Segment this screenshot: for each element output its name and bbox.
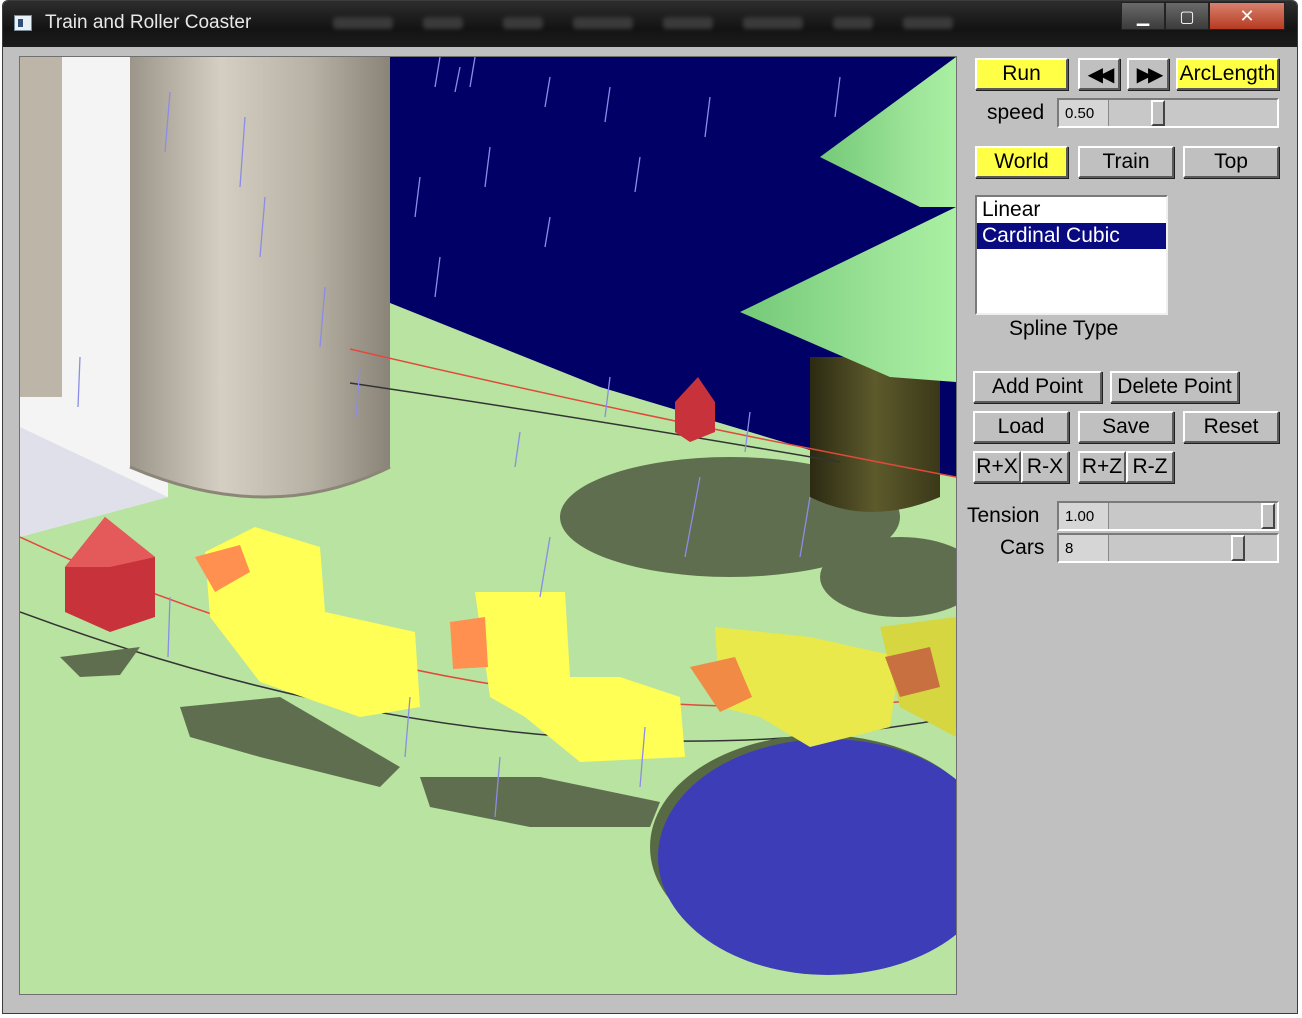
app-icon <box>14 15 32 31</box>
blurred-title-text <box>743 17 803 29</box>
minimize-button[interactable]: ▁ <box>1121 2 1165 30</box>
rotate-plus-x-button[interactable]: R+X <box>973 451 1021 483</box>
blurred-title-text <box>423 17 463 29</box>
rotate-minus-x-label: R-X <box>1026 455 1064 478</box>
blurred-title-text <box>663 17 713 29</box>
cars-label: Cars <box>1000 536 1045 559</box>
maximize-icon: ▢ <box>1179 6 1195 26</box>
cars-value: 8 <box>1059 535 1109 561</box>
save-button[interactable]: Save <box>1078 411 1174 443</box>
view-top-button[interactable]: Top <box>1183 146 1279 178</box>
view-world-label: World <box>994 150 1049 173</box>
tension-label: Tension <box>967 504 1040 527</box>
cars-slider[interactable]: 8 <box>1057 533 1279 563</box>
add-point-button[interactable]: Add Point <box>973 371 1102 403</box>
rotate-plus-x-label: R+X <box>976 455 1018 478</box>
stone-cylinder <box>130 57 390 497</box>
cars-slider-thumb[interactable] <box>1231 535 1245 561</box>
close-button[interactable]: ✕ <box>1209 2 1285 30</box>
delete-point-button[interactable]: Delete Point <box>1110 371 1239 403</box>
tension-slider-thumb[interactable] <box>1261 503 1275 529</box>
rotate-minus-z-button[interactable]: R-Z <box>1126 451 1174 483</box>
fast-forward-icon: ▶▶ <box>1136 63 1164 86</box>
view-top-label: Top <box>1214 150 1248 173</box>
spline-type-list[interactable]: Linear Cardinal Cubic <box>975 195 1168 315</box>
spline-type-caption: Spline Type <box>1009 317 1119 340</box>
rotate-plus-z-button[interactable]: R+Z <box>1078 451 1126 483</box>
left-pillar <box>20 57 62 397</box>
run-button[interactable]: Run <box>975 58 1068 90</box>
view-train-label: Train <box>1102 150 1150 173</box>
window-title: Train and Roller Coaster <box>45 12 252 33</box>
reset-label: Reset <box>1203 415 1259 438</box>
speed-label: speed <box>987 101 1045 124</box>
speed-slider-thumb[interactable] <box>1151 100 1165 126</box>
view-world-button[interactable]: World <box>975 146 1068 178</box>
maximize-button[interactable]: ▢ <box>1165 2 1209 30</box>
arclength-label: ArcLength <box>1179 62 1276 85</box>
close-icon: ✕ <box>1239 5 1255 27</box>
blurred-title-text <box>503 17 543 29</box>
minimize-icon: ▁ <box>1136 6 1150 26</box>
tension-value: 1.00 <box>1059 503 1109 529</box>
rotate-plus-z-label: R+Z <box>1081 455 1123 478</box>
tension-slider[interactable]: 1.00 <box>1057 501 1279 531</box>
rewind-icon: ◀◀ <box>1087 63 1115 86</box>
view-train-button[interactable]: Train <box>1078 146 1174 178</box>
spline-option-cardinal-cubic[interactable]: Cardinal Cubic <box>977 223 1166 249</box>
spline-option-linear[interactable]: Linear <box>977 197 1166 223</box>
tree-trunk <box>810 357 940 512</box>
load-label: Load <box>997 415 1045 438</box>
reset-button[interactable]: Reset <box>1183 411 1279 443</box>
speed-slider[interactable]: 0.50 <box>1057 98 1279 128</box>
arclength-toggle[interactable]: ArcLength <box>1176 58 1279 90</box>
load-button[interactable]: Load <box>973 411 1069 443</box>
delete-point-label: Delete Point <box>1117 375 1232 398</box>
car-connector <box>450 617 488 669</box>
blurred-title-text <box>333 17 393 29</box>
run-label: Run <box>1002 62 1041 85</box>
title-bar[interactable]: Train and Roller Coaster ▁ ▢ ✕ <box>3 1 1297 47</box>
fast-forward-button[interactable]: ▶▶ <box>1127 58 1169 90</box>
speed-value: 0.50 <box>1059 100 1109 126</box>
blurred-title-text <box>573 17 633 29</box>
rewind-button[interactable]: ◀◀ <box>1078 58 1120 90</box>
add-point-label: Add Point <box>991 375 1084 398</box>
rotate-minus-z-label: R-Z <box>1132 455 1168 478</box>
control-panel: Run ◀◀ ▶▶ ArcLength speed 0.50 World Tra… <box>958 47 1297 1007</box>
rotate-minus-x-button[interactable]: R-X <box>1021 451 1069 483</box>
save-label: Save <box>1102 415 1150 438</box>
blurred-title-text <box>833 17 873 29</box>
blurred-title-text <box>903 17 953 29</box>
3d-scene-viewport[interactable] <box>19 56 957 995</box>
app-window: Train and Roller Coaster ▁ ▢ ✕ Run ◀◀ ▶▶… <box>2 0 1298 1014</box>
